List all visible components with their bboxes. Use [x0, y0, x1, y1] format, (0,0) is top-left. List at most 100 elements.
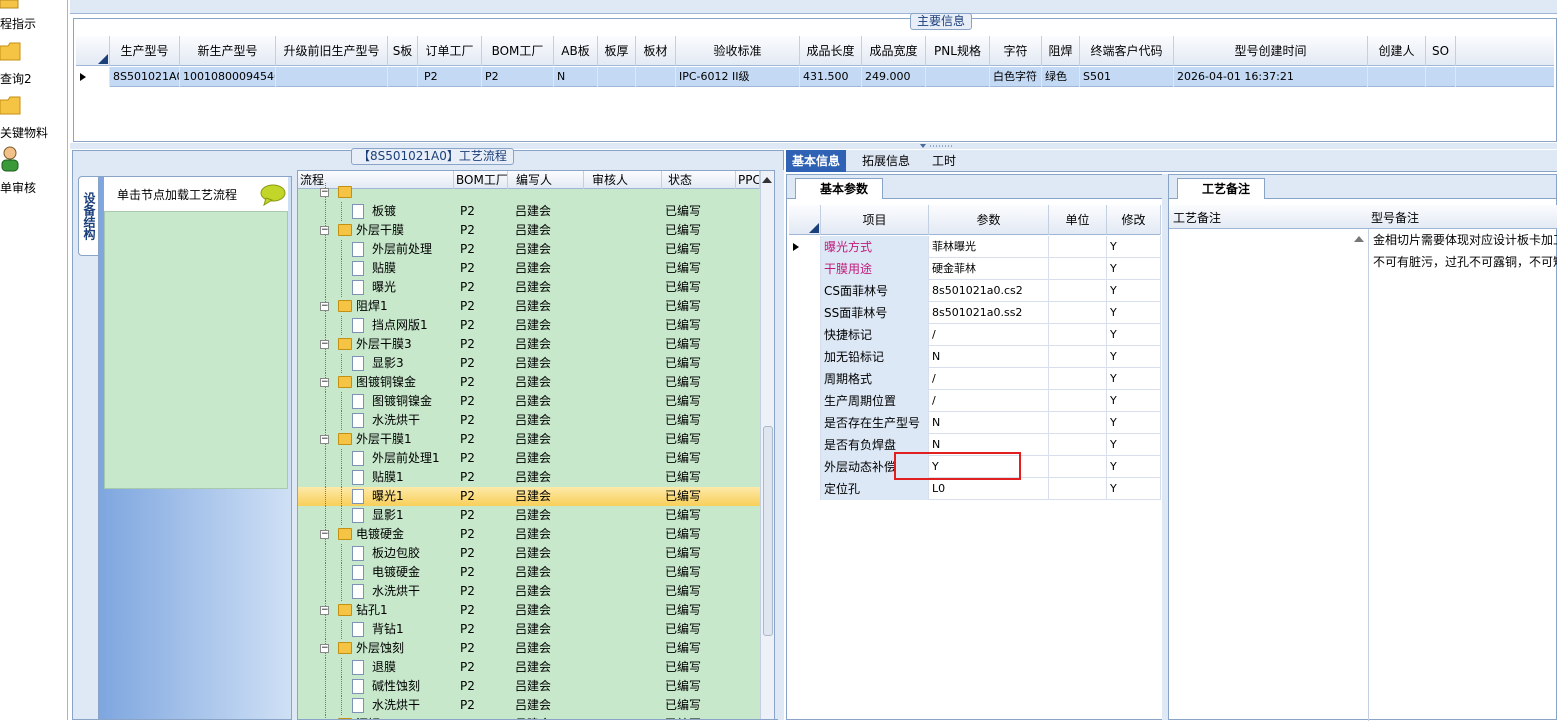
- col-header[interactable]: 项目: [821, 205, 929, 235]
- table-row[interactable]: 周期格式 / Y: [789, 368, 1161, 390]
- param-unit[interactable]: [1049, 324, 1107, 346]
- param-unit[interactable]: [1049, 478, 1107, 500]
- table-row[interactable]: 加无铅标记 N Y: [789, 346, 1161, 368]
- cell[interactable]: 431.500: [800, 67, 862, 87]
- collapse-icon[interactable]: −: [320, 644, 329, 653]
- col-header[interactable]: 阻焊: [1042, 36, 1080, 66]
- cell[interactable]: [388, 67, 418, 87]
- cell[interactable]: 10010800094546: [180, 67, 276, 87]
- cell[interactable]: 249.000: [862, 67, 926, 87]
- tree-row[interactable]: 贴膜 P2 吕建会 已编写: [298, 259, 760, 278]
- scroll-up-icon[interactable]: [761, 175, 774, 185]
- col-header[interactable]: 生产型号: [110, 36, 180, 66]
- cell[interactable]: N: [554, 67, 598, 87]
- tab-work-hours[interactable]: 工时: [926, 150, 962, 172]
- param-unit[interactable]: [1049, 236, 1107, 258]
- table-row[interactable]: CS面菲林号 8s501021a0.cs2 Y: [789, 280, 1161, 302]
- cell[interactable]: S501: [1080, 67, 1174, 87]
- nav-item-review[interactable]: 单审核: [0, 146, 68, 196]
- param-modify[interactable]: Y: [1107, 368, 1161, 390]
- param-value[interactable]: 硬金菲林: [929, 258, 1049, 280]
- table-row[interactable]: 干膜用途 硬金菲林 Y: [789, 258, 1161, 280]
- tree-row[interactable]: − 图镀铜镍金 P2 吕建会 已编写: [298, 373, 760, 392]
- param-unit[interactable]: [1049, 456, 1107, 478]
- tree-row[interactable]: 电镀硬金 P2 吕建会 已编写: [298, 563, 760, 582]
- subtab-craft-notes[interactable]: 工艺备注: [1177, 178, 1266, 199]
- col-header[interactable]: 板材: [636, 36, 676, 66]
- param-unit[interactable]: [1049, 434, 1107, 456]
- param-value[interactable]: /: [929, 390, 1049, 412]
- tree-row[interactable]: 水洗烘干 P2 吕建会 已编写: [298, 411, 760, 430]
- param-modify[interactable]: Y: [1107, 390, 1161, 412]
- param-modify[interactable]: Y: [1107, 302, 1161, 324]
- param-value[interactable]: L0: [929, 478, 1049, 500]
- table-row[interactable]: 定位孔 L0 Y: [789, 478, 1161, 500]
- cell[interactable]: 绿色: [1042, 67, 1080, 87]
- vertical-tab-equipment[interactable]: 设备结构: [78, 176, 98, 256]
- param-value[interactable]: N: [929, 412, 1049, 434]
- col-header[interactable]: 新生产型号: [180, 36, 276, 66]
- param-unit[interactable]: [1049, 346, 1107, 368]
- param-modify[interactable]: Y: [1107, 434, 1161, 456]
- scroll-up-icon[interactable]: [1353, 233, 1367, 247]
- param-value[interactable]: /: [929, 368, 1049, 390]
- tree-row[interactable]: 板边包胶 P2 吕建会 已编写: [298, 544, 760, 563]
- table-row[interactable]: 曝光方式 菲林曝光 Y: [789, 236, 1161, 258]
- col-header[interactable]: 单位: [1049, 205, 1107, 235]
- tree-row[interactable]: − 外层干膜 P2 吕建会 已编写: [298, 221, 760, 240]
- cell[interactable]: 8S501021A0: [110, 67, 180, 87]
- col-header[interactable]: 成品长度: [800, 36, 862, 66]
- vertical-splitter[interactable]: [778, 170, 784, 720]
- model-note-area[interactable]: 金相切片需要体现对应设计板卡加工 不可有脏污，过孔不可露铜，不可短: [1371, 229, 1557, 721]
- tree-row[interactable]: − 钻孔1 P2 吕建会 已编写: [298, 601, 760, 620]
- tree-row[interactable]: 板镀 P2 吕建会 已编写: [298, 202, 760, 221]
- param-modify[interactable]: Y: [1107, 258, 1161, 280]
- collapse-icon[interactable]: −: [320, 302, 329, 311]
- collapse-icon[interactable]: −: [320, 188, 329, 197]
- param-modify[interactable]: Y: [1107, 412, 1161, 434]
- tab-extended-info[interactable]: 拓展信息: [856, 150, 916, 172]
- col-header[interactable]: 创建人: [1368, 36, 1426, 66]
- table-row[interactable]: 生产周期位置 / Y: [789, 390, 1161, 412]
- col-header[interactable]: 字符: [990, 36, 1042, 66]
- tree-row[interactable]: 显影1 P2 吕建会 已编写: [298, 506, 760, 525]
- horizontal-splitter[interactable]: [70, 143, 1557, 149]
- nav-item-query2[interactable]: 查询2: [0, 42, 68, 92]
- collapse-icon[interactable]: −: [320, 378, 329, 387]
- collapse-icon[interactable]: −: [320, 435, 329, 444]
- cell[interactable]: P2: [418, 67, 482, 87]
- col-header[interactable]: 升级前旧生产型号: [276, 36, 388, 66]
- craft-note-area[interactable]: [1169, 229, 1369, 721]
- table-row[interactable]: 8S501021A0 10010800094546 P2 P2 N IPC-60…: [76, 67, 1554, 87]
- cell[interactable]: [926, 67, 990, 87]
- tree-row[interactable]: 显影3 P2 吕建会 已编写: [298, 354, 760, 373]
- col-header[interactable]: 订单工厂: [418, 36, 482, 66]
- col-header[interactable]: BOM工厂: [482, 36, 554, 66]
- col-header[interactable]: 型号创建时间: [1174, 36, 1368, 66]
- param-value[interactable]: N: [929, 346, 1049, 368]
- param-modify[interactable]: Y: [1107, 236, 1161, 258]
- tree-row[interactable]: 曝光 P2 吕建会 已编写: [298, 278, 760, 297]
- tree-row[interactable]: − 外层干膜1 P2 吕建会 已编写: [298, 430, 760, 449]
- param-unit[interactable]: [1049, 390, 1107, 412]
- param-modify[interactable]: Y: [1107, 324, 1161, 346]
- param-value[interactable]: 8s501021a0.cs2: [929, 280, 1049, 302]
- tree-row[interactable]: 退膜 P2 吕建会 已编写: [298, 658, 760, 677]
- tree-row[interactable]: −: [298, 183, 760, 202]
- tree-row[interactable]: 水洗烘干 P2 吕建会 已编写: [298, 696, 760, 715]
- tree-row[interactable]: 图镀铜镍金 P2 吕建会 已编写: [298, 392, 760, 411]
- cell[interactable]: 白色字符: [990, 67, 1042, 87]
- tree-row[interactable]: 背钻1 P2 吕建会 已编写: [298, 620, 760, 639]
- param-modify[interactable]: Y: [1107, 456, 1161, 478]
- nav-item-key-material[interactable]: 关键物料: [0, 96, 68, 146]
- tree-row[interactable]: −沉铜1P2吕建会已编写: [298, 715, 760, 719]
- param-modify[interactable]: Y: [1107, 346, 1161, 368]
- param-unit[interactable]: [1049, 258, 1107, 280]
- param-value[interactable]: 8s501021a0.ss2: [929, 302, 1049, 324]
- param-unit[interactable]: [1049, 412, 1107, 434]
- cell[interactable]: P2: [482, 67, 554, 87]
- tree-scrollbar[interactable]: [760, 171, 774, 719]
- param-value[interactable]: /: [929, 324, 1049, 346]
- tree-row[interactable]: − 阻焊1 P2 吕建会 已编写: [298, 297, 760, 316]
- param-unit[interactable]: [1049, 302, 1107, 324]
